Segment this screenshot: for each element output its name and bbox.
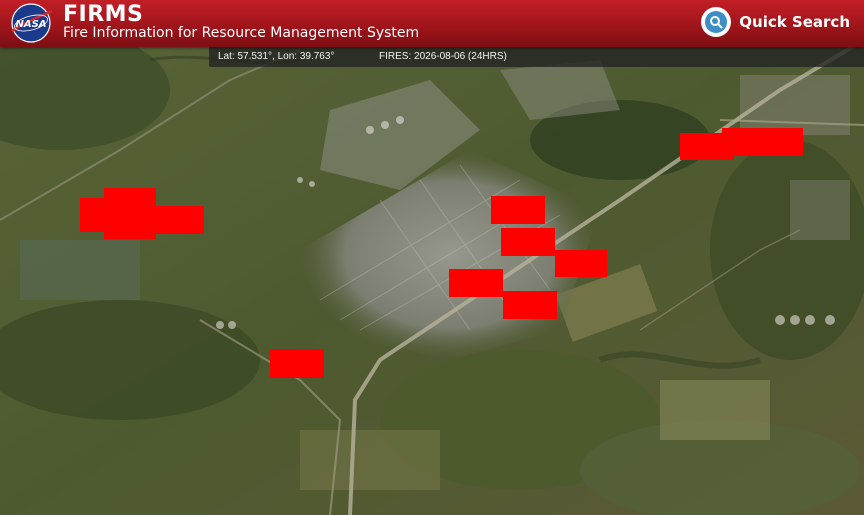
quick-search-button[interactable]: Quick Search xyxy=(701,6,850,38)
fire-detection[interactable] xyxy=(501,228,555,256)
search-icon xyxy=(701,7,732,37)
fire-detection[interactable] xyxy=(555,250,607,277)
fire-detection[interactable] xyxy=(270,349,324,378)
coordinate-readout: Lat: 57.531°, Lon: 39.763° xyxy=(218,51,335,62)
quick-search-label: Quick Search xyxy=(739,13,850,31)
fire-detection[interactable] xyxy=(491,196,545,224)
fire-detection[interactable] xyxy=(80,198,130,232)
fire-detection[interactable] xyxy=(150,206,204,234)
fire-detection[interactable] xyxy=(722,128,803,156)
fire-detection[interactable] xyxy=(503,291,557,319)
app-header: NASA FIRMS Fire Information for Resource… xyxy=(0,0,864,47)
nasa-logo-text: NASA xyxy=(15,19,46,30)
map-view[interactable] xyxy=(0,0,864,515)
fires-date-readout: FIRES: 2026-08-06 (24HRS) xyxy=(379,51,507,62)
fire-detection[interactable] xyxy=(449,269,503,297)
nasa-logo[interactable]: NASA xyxy=(8,3,54,43)
status-bar: Lat: 57.531°, Lon: 39.763° FIRES: 2026-0… xyxy=(209,47,864,67)
app-subtitle: Fire Information for Resource Management… xyxy=(63,25,420,41)
satellite-basemap xyxy=(0,0,864,515)
app-title: FIRMS xyxy=(63,2,144,27)
